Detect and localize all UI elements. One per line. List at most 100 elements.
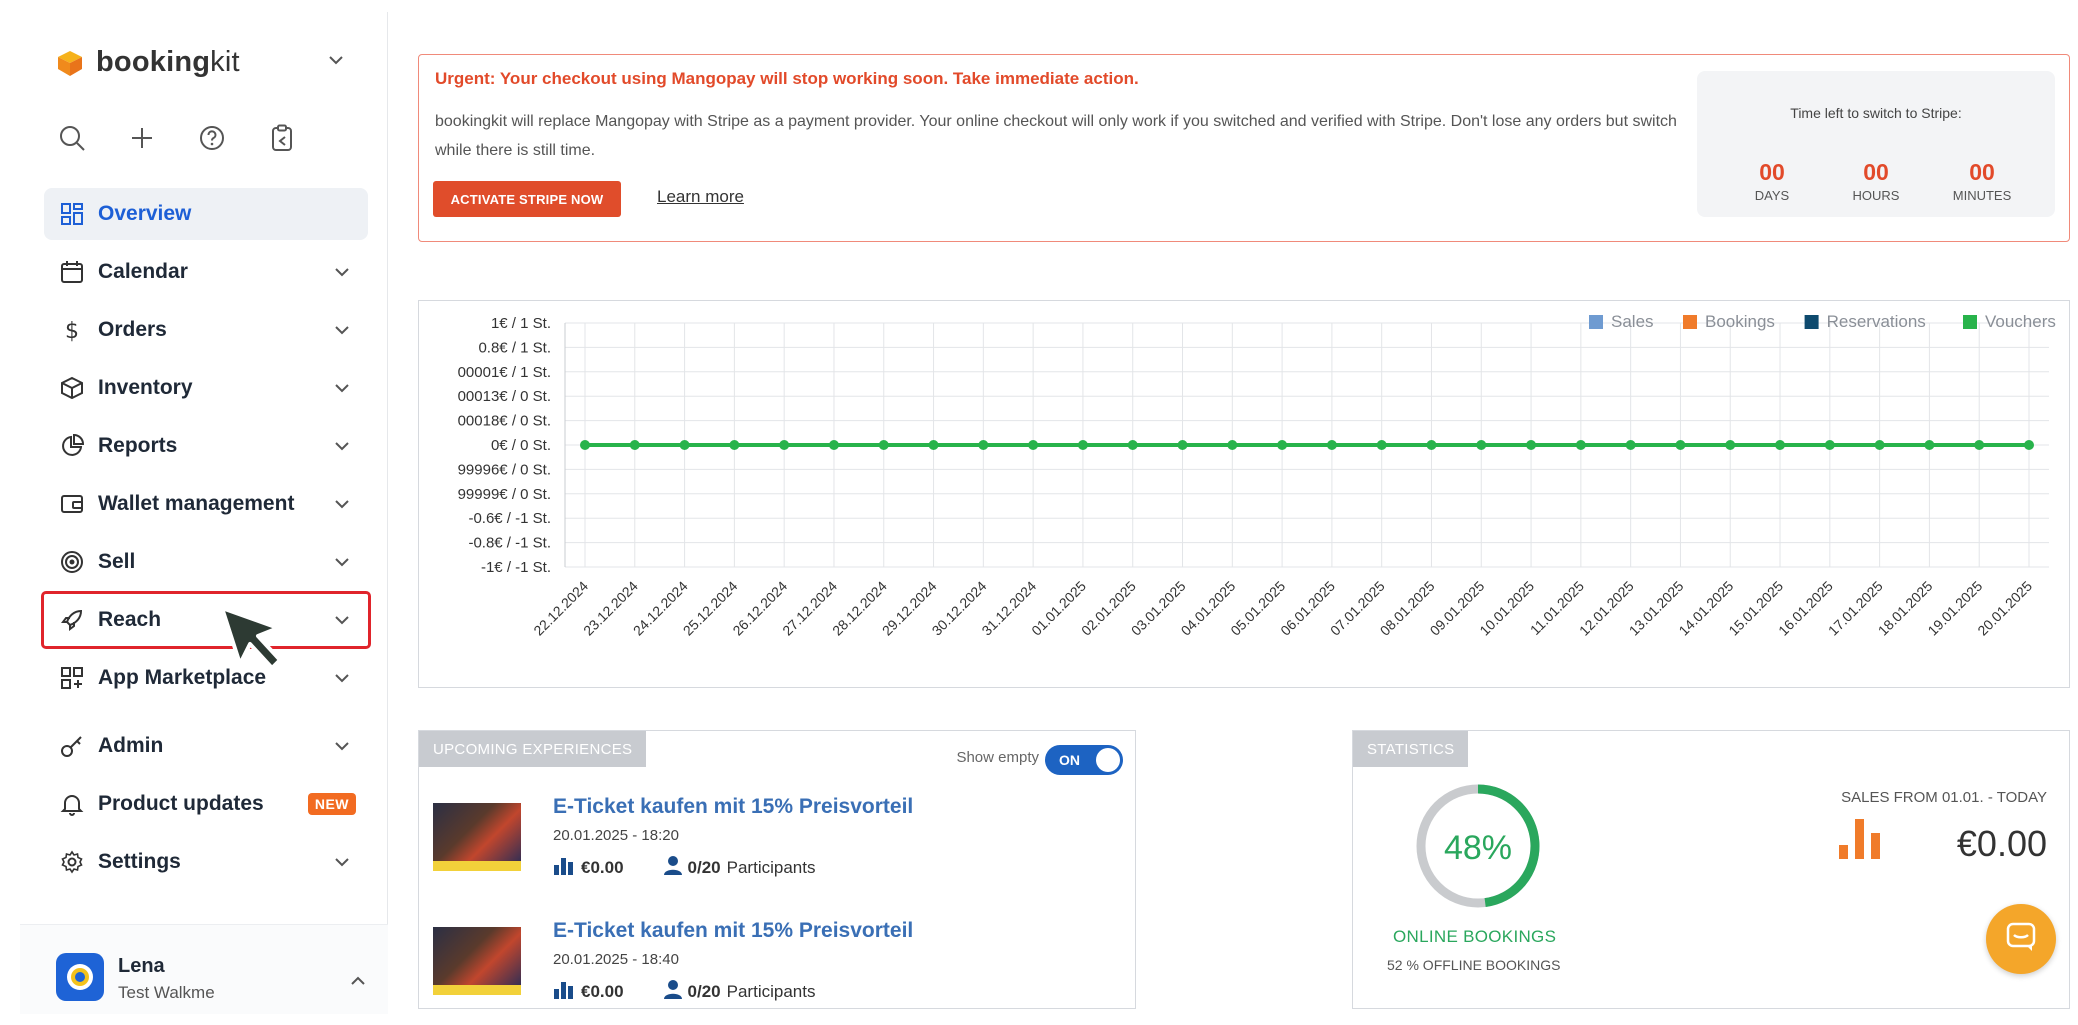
nav-label: Calendar: [98, 260, 188, 283]
data-point: [1426, 440, 1437, 450]
nav-item-app-marketplace[interactable]: App Marketplace: [44, 652, 368, 704]
bar-chart-icon: [1837, 815, 1893, 866]
list-item[interactable]: E-Ticket kaufen mit 15% Preisvorteil 20.…: [433, 791, 1123, 901]
bar-chart-icon: [553, 855, 575, 880]
data-point: [1028, 440, 1039, 450]
chat-launcher-button[interactable]: [1986, 904, 2056, 974]
data-point: [1824, 440, 1835, 450]
chevron-down-icon[interactable]: [332, 494, 352, 519]
event-participants: 0/20: [687, 981, 721, 1001]
data-point: [928, 440, 939, 450]
chevron-down-icon[interactable]: [332, 668, 352, 693]
hours-value: 00: [1863, 159, 1889, 185]
nav-item-overview[interactable]: Overview: [44, 188, 368, 240]
activate-stripe-button[interactable]: ACTIVATE STRIPE NOW: [433, 181, 621, 217]
clipboard-icon[interactable]: [266, 122, 298, 154]
wallet-icon: [58, 490, 86, 518]
y-tick-label: 00013€ / 0 St.: [458, 388, 551, 405]
data-point: [1625, 440, 1636, 450]
chevron-down-icon[interactable]: [332, 610, 352, 635]
nav-item-wallet-management[interactable]: Wallet management: [44, 478, 368, 530]
data-point: [1376, 440, 1387, 450]
chevron-down-icon[interactable]: [332, 552, 352, 577]
data-point: [779, 440, 790, 450]
chevron-down-icon[interactable]: [332, 436, 352, 461]
data-point: [828, 440, 839, 450]
chat-icon: [2005, 921, 2037, 958]
nav-label: Product updates: [98, 792, 264, 815]
y-tick-label: 0.8€ / 1 St.: [478, 339, 551, 356]
legend-swatch: [1589, 315, 1603, 329]
nav-item-inventory[interactable]: Inventory: [44, 362, 368, 414]
data-point: [2024, 440, 2034, 450]
nav-item-calendar[interactable]: Calendar: [44, 246, 368, 298]
bell-icon: [58, 790, 86, 818]
online-bookings-label: ONLINE BOOKINGS: [1393, 927, 1557, 946]
alert-title: Urgent: Your checkout using Mangopay wil…: [435, 69, 1139, 88]
legend-label: Sales: [1611, 312, 1654, 331]
data-point: [580, 440, 590, 450]
chevron-down-icon[interactable]: [332, 736, 352, 761]
brand[interactable]: bookingkit: [56, 46, 240, 79]
chevron-down-icon[interactable]: [332, 852, 352, 877]
nav-item-reports[interactable]: Reports: [44, 420, 368, 472]
show-empty-toggle[interactable]: ON: [1045, 745, 1123, 775]
alert-text: bookingkit will replace Mangopay with St…: [435, 113, 1677, 159]
brand-name: bookingkit: [96, 46, 240, 78]
participants-label: Participants: [726, 857, 816, 877]
countdown-timer: Time left to switch to Stripe: 00 DAYS 0…: [1697, 71, 2055, 217]
chevron-down-icon[interactable]: [332, 378, 352, 403]
nav-item-sell[interactable]: Sell: [44, 536, 368, 588]
y-tick-label: 0€ / 0 St.: [491, 437, 551, 454]
user-organization: Test Walkme: [118, 983, 215, 1002]
svg-text:$: $: [65, 319, 79, 342]
data-point: [1277, 440, 1288, 450]
event-participants: 0/20: [687, 857, 721, 877]
mouse-cursor-icon: [218, 604, 290, 681]
user-name: Lena: [118, 955, 165, 977]
calendar-icon: [58, 258, 86, 286]
nav-label: Overview: [98, 202, 192, 225]
event-title[interactable]: E-Ticket kaufen mit 15% Preisvorteil: [553, 919, 913, 943]
nav-label: Admin: [98, 734, 164, 757]
search-icon[interactable]: [56, 122, 88, 154]
data-point: [1575, 440, 1586, 450]
chevron-down-icon[interactable]: [332, 320, 352, 345]
legend-swatch: [1963, 315, 1977, 329]
user-menu[interactable]: Lena Test Walkme: [20, 924, 388, 1014]
help-icon[interactable]: [196, 122, 228, 154]
data-point: [1874, 440, 1885, 450]
person-icon: [663, 855, 682, 880]
data-point: [1227, 440, 1238, 450]
statistics-tab: STATISTICS: [1353, 731, 1469, 767]
data-point: [1526, 440, 1537, 450]
person-icon: [663, 979, 682, 1004]
chevron-up-icon[interactable]: [348, 971, 368, 996]
avatar: [56, 953, 104, 1001]
event-title[interactable]: E-Ticket kaufen mit 15% Preisvorteil: [553, 795, 913, 819]
learn-more-link[interactable]: Learn more: [657, 187, 744, 207]
chevron-down-icon[interactable]: [326, 50, 346, 75]
rocket-icon: [58, 606, 86, 634]
nav-item-reach[interactable]: Reach: [41, 591, 371, 649]
statistics-panel: STATISTICS 48% ONLINE BOOKINGS 52 % OFFL…: [1352, 730, 2070, 1009]
nav-label: Sell: [98, 550, 136, 573]
toggle-label: ON: [1059, 752, 1080, 768]
dollar-icon: $: [58, 316, 86, 344]
nav-item-orders[interactable]: $ Orders: [44, 304, 368, 356]
data-point: [1924, 440, 1935, 450]
data-point: [679, 440, 690, 450]
upcoming-experiences-tab: UPCOMING EXPERIENCES: [419, 731, 647, 767]
event-thumbnail: [433, 803, 521, 871]
main-nav: Overview Calendar $ Orders Inventory Rep…: [41, 188, 371, 894]
timer-title: Time left to switch to Stripe:: [1790, 105, 1962, 121]
nav-item-admin[interactable]: Admin: [44, 720, 368, 772]
sales-value: €0.00: [1956, 823, 2047, 864]
nav-item-product-updates[interactable]: Product updates NEW: [44, 778, 368, 830]
plus-icon[interactable]: [126, 122, 158, 154]
nav-item-settings[interactable]: Settings: [44, 836, 368, 888]
days-value: 00: [1759, 159, 1785, 185]
chevron-down-icon[interactable]: [332, 262, 352, 287]
key-icon: [58, 732, 86, 760]
